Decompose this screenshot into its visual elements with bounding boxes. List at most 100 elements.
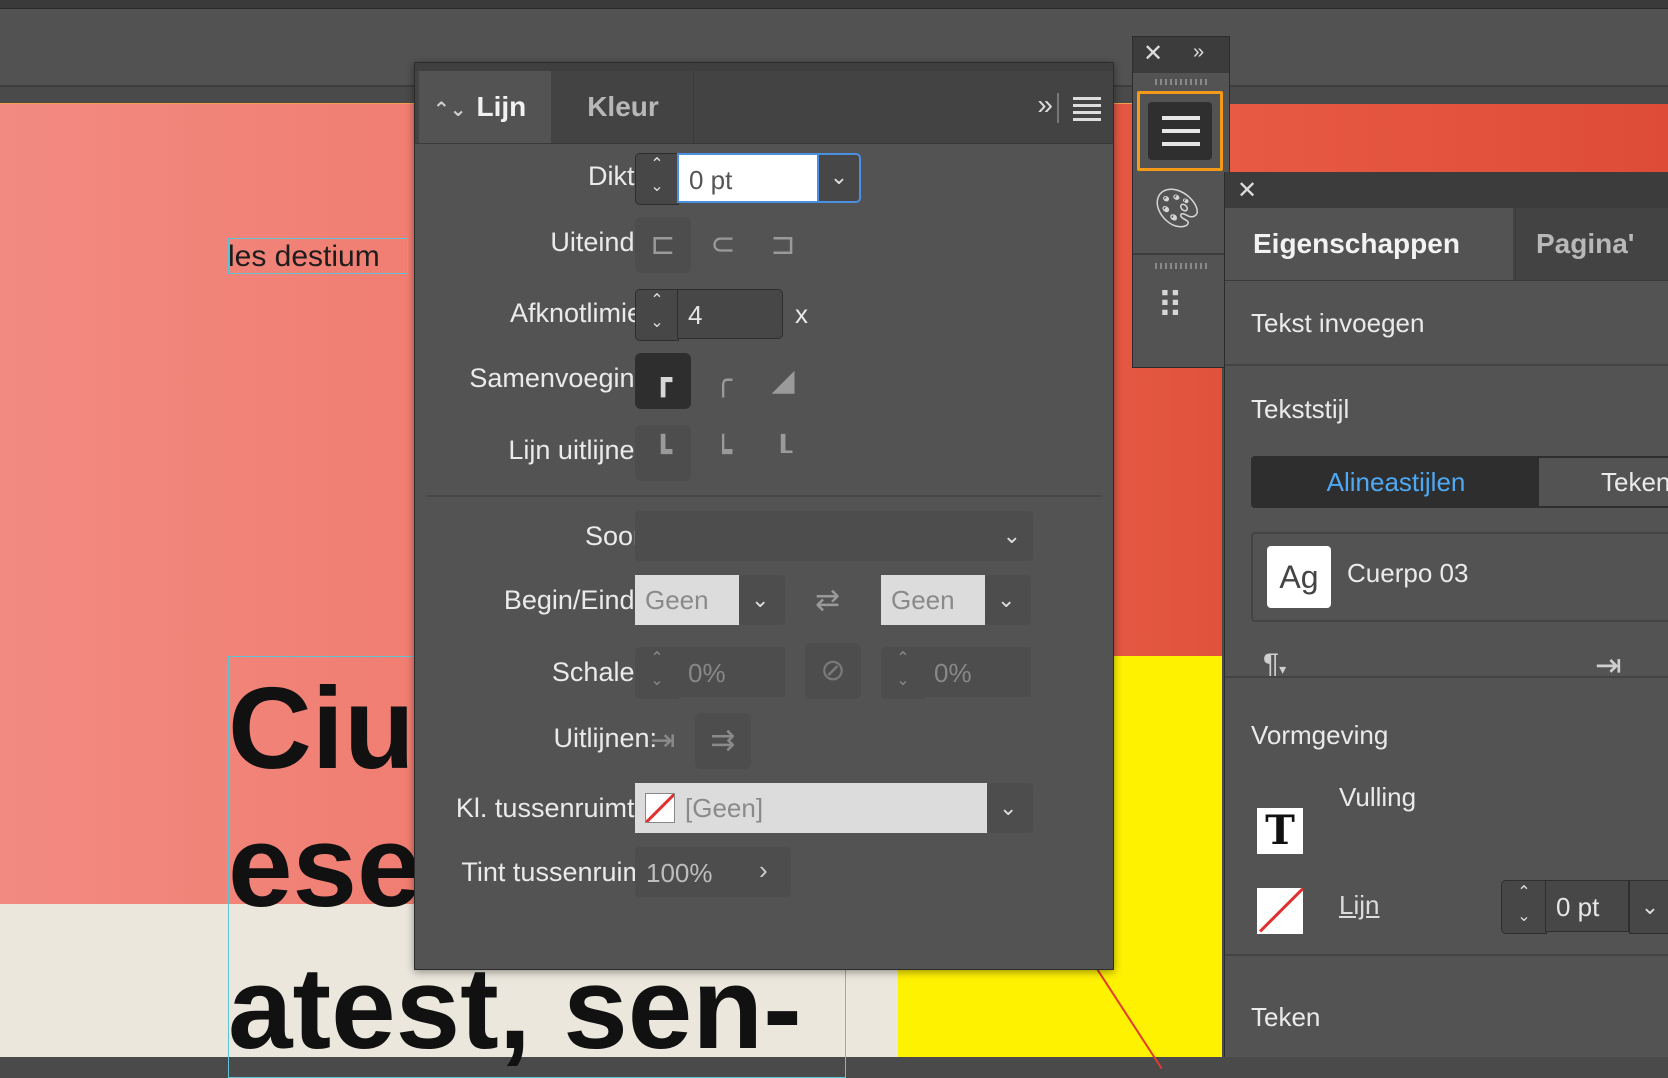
tab-eigenschappen[interactable]: Eigenschappen bbox=[1225, 208, 1513, 280]
section-divider bbox=[1225, 364, 1668, 366]
fill-label: Vulling bbox=[1339, 782, 1417, 812]
drag-grip[interactable] bbox=[1155, 79, 1207, 85]
stroke-panel-tabbar: ⌃⌄ Lijn Kleur » bbox=[415, 71, 1113, 144]
insert-text-link[interactable]: Tekst invoegen bbox=[1251, 308, 1424, 339]
align-inside-icon: ┕ bbox=[713, 436, 733, 469]
soort-dropdown[interactable]: ⌄ bbox=[635, 511, 1033, 561]
close-icon[interactable]: ✕ bbox=[1143, 39, 1163, 68]
stroke-none-swatch-icon[interactable] bbox=[1257, 888, 1303, 934]
dikte-dropdown-chevron-icon[interactable]: ⌄ bbox=[817, 153, 861, 203]
cap-butt-button[interactable]: ⊏ bbox=[635, 217, 691, 273]
chevron-down-icon[interactable]: ⌄ bbox=[1629, 880, 1668, 934]
text-style-heading: Tekststijl bbox=[1251, 394, 1350, 424]
arrow-extend-button[interactable]: ⇥ bbox=[635, 713, 691, 769]
properties-tabbar: Eigenschappen Pagina' bbox=[1225, 208, 1668, 281]
cap-square-icon: ⊐ bbox=[770, 228, 796, 261]
arrow-extend-icon: ⇥ bbox=[650, 724, 676, 757]
app-title-strip bbox=[0, 0, 1668, 9]
headline-line-1: Ciu bbox=[228, 663, 415, 793]
schalen-start-input[interactable]: 0% bbox=[677, 647, 785, 697]
chevron-down-icon: ⌄ bbox=[751, 587, 770, 612]
stroke-panel: ⌃⌄ Lijn Kleur » Dikte: ⌃ ⌄ 0 pt ⌄ Uiteinde… bbox=[414, 62, 1114, 970]
expand-dock-icon[interactable]: » bbox=[1193, 41, 1204, 64]
dock-header[interactable]: ✕ » bbox=[1133, 37, 1229, 73]
tab-lijn-label: Lijn bbox=[476, 91, 527, 122]
cap-square-button[interactable]: ⊐ bbox=[755, 217, 811, 273]
small-text-content: les destium bbox=[228, 240, 380, 273]
appearance-heading: Vormgeving bbox=[1251, 720, 1389, 750]
afknotlimiet-suffix: x bbox=[795, 299, 808, 329]
stroke-panel-titlebar[interactable] bbox=[415, 63, 1113, 71]
afknotlimiet-input[interactable]: 4 bbox=[677, 289, 783, 339]
begin-dropdown[interactable]: ⌄ bbox=[739, 575, 785, 625]
drag-grip[interactable] bbox=[1155, 263, 1207, 269]
document-red-area-right[interactable] bbox=[1222, 104, 1668, 176]
join-miter-icon: ┏ bbox=[653, 364, 673, 397]
properties-panel-header[interactable]: ✕ bbox=[1225, 172, 1668, 208]
link-scale-button[interactable]: ⊘ bbox=[805, 643, 861, 699]
expand-panel-icon[interactable]: » bbox=[1037, 89, 1053, 121]
align-outside-icon: ┖ bbox=[773, 436, 793, 469]
stroke-lines-icon bbox=[1148, 102, 1212, 160]
palette-icon[interactable]: 🎨︎ bbox=[1153, 187, 1201, 231]
align-stroke-outside-button[interactable]: ┖ bbox=[755, 425, 811, 481]
stroke-weight-input[interactable]: 0 pt bbox=[1545, 880, 1629, 932]
collapsed-panel-dock: ✕ » 🎨︎ ⠿ bbox=[1132, 36, 1230, 368]
begin-select[interactable]: Geen bbox=[635, 575, 739, 625]
section-divider bbox=[1225, 954, 1668, 956]
arrow-inside-button[interactable]: ⇉ bbox=[695, 713, 751, 769]
gap-color-select[interactable]: [Geen] bbox=[635, 783, 987, 833]
dikte-input[interactable]: 0 pt bbox=[677, 153, 817, 203]
tab-lijn[interactable]: ⌃⌄ Lijn bbox=[419, 71, 551, 143]
tab-pagina[interactable]: Pagina' bbox=[1515, 208, 1668, 280]
cap-round-button[interactable]: ⊂ bbox=[695, 217, 751, 273]
join-miter-button[interactable]: ┏ bbox=[635, 353, 691, 409]
dikte-stepper[interactable]: ⌃ ⌄ bbox=[635, 153, 679, 205]
properties-panel: ✕ Eigenschappen Pagina' Tekst invoegen T… bbox=[1224, 172, 1668, 1057]
gap-color-value: [Geen] bbox=[685, 793, 764, 823]
schalen-end-stepper[interactable]: ⌃ ⌄ bbox=[881, 647, 925, 699]
align-stroke-inside-button[interactable]: ┕ bbox=[695, 425, 751, 481]
join-round-button[interactable]: ╭ bbox=[695, 353, 751, 409]
stroke-weight-stepper[interactable]: ⌃ ⌄ bbox=[1501, 880, 1547, 934]
gap-color-dropdown[interactable]: ⌄ bbox=[987, 783, 1033, 833]
einde-dropdown[interactable]: ⌄ bbox=[985, 575, 1031, 625]
kl-tussenruimte-label: Kl. tussenruimte: bbox=[455, 793, 657, 823]
collapse-toggle-icon[interactable]: ⌃⌄ bbox=[433, 99, 467, 121]
text-fill-icon[interactable]: T bbox=[1257, 808, 1303, 854]
chevron-right-icon[interactable]: › bbox=[759, 855, 768, 886]
chevron-down-icon: ⌄ bbox=[1002, 523, 1021, 548]
schalen-start-stepper[interactable]: ⌃ ⌄ bbox=[635, 647, 679, 699]
section-divider bbox=[427, 495, 1101, 497]
stroke-panel-button[interactable] bbox=[1137, 91, 1223, 171]
schalen-end-input[interactable]: 0% bbox=[923, 647, 1031, 697]
headline-line-2: ese bbox=[228, 801, 422, 931]
style-name: Cuerpo 03 bbox=[1347, 558, 1469, 588]
arrow-inside-icon: ⇉ bbox=[710, 724, 736, 757]
swap-ends-icon[interactable]: ⇄ bbox=[815, 583, 840, 618]
tab-separator bbox=[1057, 93, 1059, 123]
join-bevel-button[interactable]: ◢ bbox=[755, 353, 811, 409]
dock-divider bbox=[1133, 253, 1229, 255]
cap-butt-icon: ⊏ bbox=[650, 228, 676, 261]
none-swatch-icon bbox=[645, 793, 675, 823]
align-center-icon: ┗ bbox=[653, 436, 673, 469]
segment-teken[interactable]: Teken bbox=[1541, 458, 1668, 506]
join-round-icon: ╭ bbox=[713, 364, 733, 397]
chevron-down-icon: ⌄ bbox=[997, 587, 1016, 612]
afknotlimiet-stepper[interactable]: ⌃ ⌄ bbox=[635, 289, 679, 341]
close-icon[interactable]: ✕ bbox=[1237, 176, 1257, 205]
samenvoeging-label: Samenvoeging: bbox=[469, 363, 657, 393]
tab-kleur[interactable]: Kleur bbox=[553, 71, 694, 143]
style-type-segmented-control: Alineastijlen Teken bbox=[1251, 456, 1668, 508]
character-heading: Teken bbox=[1251, 1002, 1321, 1032]
einde-select[interactable]: Geen bbox=[881, 575, 985, 625]
stroke-link[interactable]: Lijn bbox=[1339, 890, 1379, 921]
align-panel-icon[interactable]: ⠿ bbox=[1157, 285, 1183, 327]
panel-menu-icon[interactable] bbox=[1073, 97, 1101, 125]
align-stroke-center-button[interactable]: ┗ bbox=[635, 425, 691, 481]
section-divider bbox=[1225, 676, 1668, 678]
paragraph-style-selector[interactable]: Ag Cuerpo 03 bbox=[1251, 532, 1668, 622]
segment-alineastijlen[interactable]: Alineastijlen bbox=[1253, 458, 1539, 506]
create-style-icon[interactable]: ⇥ bbox=[1595, 646, 1622, 684]
